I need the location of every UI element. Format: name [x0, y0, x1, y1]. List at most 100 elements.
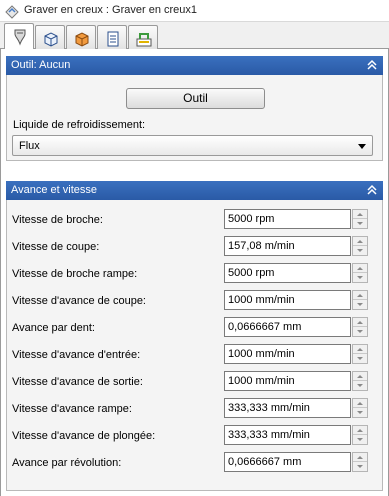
feed-row-value: 0,0666667 mm: [228, 321, 302, 333]
feed-row-input[interactable]: 333,333 mm/min: [224, 425, 351, 445]
feed-row: Vitesse d'avance d'entrée: 1000 mm/min: [7, 343, 382, 365]
spin-down-button[interactable]: [353, 219, 367, 228]
spinner[interactable]: [352, 425, 368, 445]
spin-down-button[interactable]: [353, 408, 367, 417]
feed-speed-panel-header[interactable]: Avance et vitesse: [6, 181, 383, 200]
feed-row-input[interactable]: 5000 rpm: [224, 209, 351, 229]
chevron-up-icon: [357, 321, 363, 324]
engrave-document-icon: [5, 5, 19, 19]
spinner[interactable]: [352, 263, 368, 283]
feed-row-label: Vitesse de broche:: [12, 214, 103, 226]
spinner[interactable]: [352, 371, 368, 391]
spin-up-button[interactable]: [353, 372, 367, 381]
spin-up-button[interactable]: [353, 237, 367, 246]
collapse-icon[interactable]: [367, 184, 377, 196]
feed-row: Vitesse d'avance de plongée: 333,333 mm/…: [7, 424, 382, 446]
spin-up-button[interactable]: [353, 210, 367, 219]
feed-row-input[interactable]: 5000 rpm: [224, 263, 351, 283]
spin-up-button[interactable]: [353, 453, 367, 462]
feed-row-input[interactable]: 0,0666667 mm: [224, 452, 351, 472]
tool-panel-title: Outil: Aucun: [11, 59, 71, 71]
feed-row: Vitesse d'avance rampe: 333,333 mm/min: [7, 397, 382, 419]
feed-row-label: Avance par dent:: [12, 322, 95, 334]
chevron-up-icon: [357, 375, 363, 378]
feed-row-input[interactable]: 0,0666667 mm: [224, 317, 351, 337]
feed-row-value: 333,333 mm/min: [228, 429, 310, 441]
spin-up-button[interactable]: [353, 318, 367, 327]
chevron-up-icon: [357, 348, 363, 351]
wireframe-box-icon: [44, 32, 58, 47]
feed-row: Vitesse de broche rampe: 5000 rpm: [7, 262, 382, 284]
spin-down-button[interactable]: [353, 327, 367, 336]
chevron-up-icon: [357, 294, 363, 297]
feed-row-input[interactable]: 1000 mm/min: [224, 344, 351, 364]
chevron-down-icon: [358, 144, 366, 149]
feed-row: Avance par révolution: 0,0666667 mm: [7, 451, 382, 473]
tab-passes[interactable]: [97, 25, 127, 49]
spin-up-button[interactable]: [353, 345, 367, 354]
feed-row-input[interactable]: 333,333 mm/min: [224, 398, 351, 418]
feed-row-input[interactable]: 1000 mm/min: [224, 290, 351, 310]
feed-row: Vitesse d'avance de sortie: 1000 mm/min: [7, 370, 382, 392]
chevron-down-icon: [357, 384, 363, 387]
spinner[interactable]: [352, 317, 368, 337]
tool-panel: Outil: Aucun Outil Liquide de refroidiss…: [6, 56, 383, 161]
chevron-down-icon: [357, 303, 363, 306]
feed-row-label: Vitesse d'avance d'entrée:: [12, 349, 141, 361]
feed-row-value: 5000 rpm: [228, 267, 275, 279]
chevron-up-icon: [357, 456, 363, 459]
orange-box-icon: [75, 32, 89, 47]
coolant-select-value: Flux: [19, 140, 40, 152]
spin-up-button[interactable]: [353, 291, 367, 300]
feed-row: Vitesse de broche: 5000 rpm: [7, 208, 382, 230]
feed-speed-panel-body: Vitesse de broche: 5000 rpm Vitesse de c…: [6, 200, 383, 491]
feed-row-input[interactable]: 157,08 m/min: [224, 236, 351, 256]
spinner[interactable]: [352, 290, 368, 310]
spin-up-button[interactable]: [353, 426, 367, 435]
feed-row: Avance par dent: 0,0666667 mm: [7, 316, 382, 338]
spin-up-button[interactable]: [353, 399, 367, 408]
chevron-down-icon: [357, 357, 363, 360]
feed-speed-panel-title: Avance et vitesse: [11, 184, 98, 196]
feed-row-value: 157,08 m/min: [228, 240, 295, 252]
chevron-down-icon: [357, 465, 363, 468]
spinner[interactable]: [352, 344, 368, 364]
chevron-up-icon: [357, 240, 363, 243]
tool-bit-icon: [14, 29, 26, 46]
spin-down-button[interactable]: [353, 435, 367, 444]
spin-up-button[interactable]: [353, 264, 367, 273]
chevron-down-icon: [357, 438, 363, 441]
tab-strip: [0, 22, 389, 50]
spinner[interactable]: [352, 452, 368, 472]
tab-tool[interactable]: [4, 23, 34, 50]
coolant-select[interactable]: Flux: [12, 135, 373, 156]
spin-down-button[interactable]: [353, 300, 367, 309]
chevron-up-icon: [357, 429, 363, 432]
feed-speed-panel: Avance et vitesse Vitesse de broche: 500…: [6, 181, 383, 491]
linking-icon: [136, 33, 152, 47]
spin-down-button[interactable]: [353, 354, 367, 363]
chevron-down-icon: [357, 330, 363, 333]
feed-row: Vitesse de coupe: 157,08 m/min: [7, 235, 382, 257]
coolant-label: Liquide de refroidissement:: [13, 119, 146, 131]
collapse-icon[interactable]: [367, 59, 377, 71]
tool-button[interactable]: Outil: [126, 88, 265, 109]
tab-linking[interactable]: [128, 25, 158, 49]
spin-down-button[interactable]: [353, 462, 367, 471]
spinner[interactable]: [352, 236, 368, 256]
feed-row-label: Vitesse d'avance de coupe:: [12, 295, 146, 307]
chevron-up-icon: [357, 402, 363, 405]
spin-down-button[interactable]: [353, 381, 367, 390]
tab-stock[interactable]: [66, 25, 96, 49]
spinner[interactable]: [352, 398, 368, 418]
feed-row-input[interactable]: 1000 mm/min: [224, 371, 351, 391]
feed-row-value: 1000 mm/min: [228, 294, 295, 306]
spinner[interactable]: [352, 209, 368, 229]
chevron-down-icon: [357, 222, 363, 225]
tool-panel-header[interactable]: Outil: Aucun: [6, 56, 383, 75]
tab-geometry[interactable]: [35, 25, 65, 49]
spin-down-button[interactable]: [353, 273, 367, 282]
spin-down-button[interactable]: [353, 246, 367, 255]
feed-row-label: Avance par révolution:: [12, 457, 122, 469]
feed-row-value: 1000 mm/min: [228, 375, 295, 387]
